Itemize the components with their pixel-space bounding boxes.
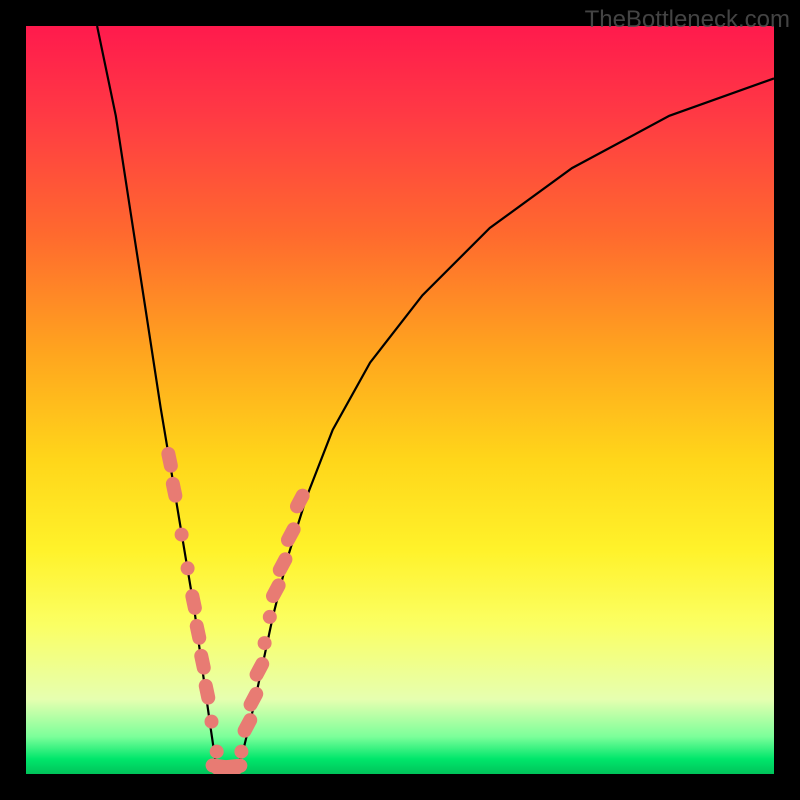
- marker-group: [160, 446, 312, 774]
- marker-capsule: [197, 678, 216, 706]
- marker-capsule: [193, 648, 212, 676]
- marker-dot: [181, 561, 195, 575]
- marker-capsule: [184, 588, 203, 616]
- marker-capsule: [279, 520, 304, 550]
- marker-dot: [205, 715, 219, 729]
- marker-capsule: [241, 684, 266, 714]
- marker-capsule: [188, 618, 207, 646]
- marker-dot: [210, 745, 224, 759]
- marker-dot: [175, 528, 189, 542]
- marker-capsule: [270, 550, 295, 580]
- curve-layer: [26, 26, 774, 774]
- marker-dot: [263, 610, 277, 624]
- plot-area: [26, 26, 774, 774]
- marker-capsule: [247, 655, 272, 685]
- marker-capsule: [165, 476, 184, 504]
- marker-capsule: [235, 711, 260, 741]
- marker-dot: [258, 636, 272, 650]
- marker-dot: [234, 745, 248, 759]
- curve-right: [235, 78, 774, 774]
- marker-capsule: [160, 446, 179, 474]
- marker-capsule: [264, 576, 289, 606]
- watermark-text: TheBottleneck.com: [585, 6, 790, 34]
